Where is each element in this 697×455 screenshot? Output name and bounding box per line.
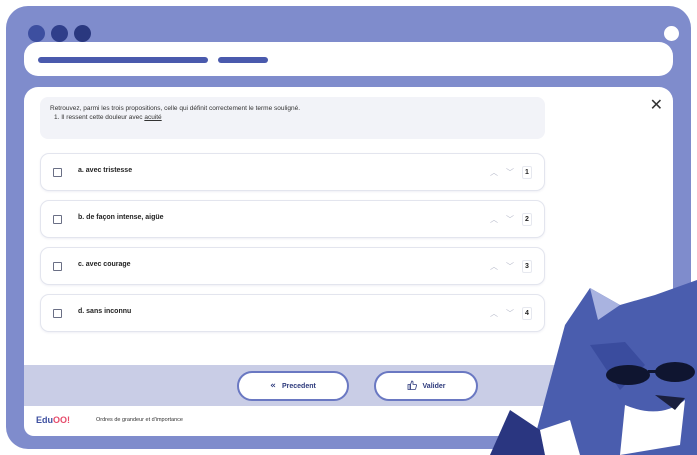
window-menu-dot[interactable] xyxy=(664,26,679,41)
fox-mascot-illustration xyxy=(490,280,697,455)
option-label: b. de façon intense, aigüe xyxy=(78,214,164,221)
chevron-down-icon[interactable]: ﹀ xyxy=(506,214,514,225)
rank-box[interactable]: 2 xyxy=(522,213,532,226)
validate-button[interactable]: Valider xyxy=(374,371,478,401)
question-instruction: Retrouvez, parmi les trois propositions,… xyxy=(50,105,301,112)
rank-box[interactable]: 1 xyxy=(522,166,532,179)
address-placeholder-segment xyxy=(38,57,208,63)
address-placeholder-segment xyxy=(218,57,268,63)
window-dot-1[interactable] xyxy=(28,25,45,42)
option-label: a. avec tristesse xyxy=(78,167,133,174)
chevron-up-icon[interactable]: ︿ xyxy=(490,167,498,178)
sentence-term: acuité xyxy=(144,114,162,121)
option-label: d. sans inconnu xyxy=(78,308,132,315)
previous-button[interactable]: « Precedent xyxy=(237,371,349,401)
validate-label: Valider xyxy=(422,382,446,390)
previous-label: Precedent xyxy=(281,382,316,390)
option-b[interactable]: b. de façon intense, aigüe ︿ ﹀ 2 xyxy=(40,200,545,238)
exercise-title: Ordres de grandeur et d'importance xyxy=(96,417,183,423)
eduoo-logo: EduOO! xyxy=(36,415,70,425)
option-checkbox[interactable] xyxy=(53,309,62,318)
address-bar[interactable] xyxy=(24,42,673,76)
chevron-down-icon[interactable]: ﹀ xyxy=(506,167,514,178)
chevron-up-icon[interactable]: ︿ xyxy=(490,214,498,225)
option-rank-controls: ︿ ﹀ 1 xyxy=(490,166,532,179)
option-label: c. avec courage xyxy=(78,261,131,268)
option-checkbox[interactable] xyxy=(53,215,62,224)
double-chevron-left-icon: « xyxy=(270,381,276,391)
window-dot-3[interactable] xyxy=(74,25,91,42)
option-a[interactable]: a. avec tristesse ︿ ﹀ 1 xyxy=(40,153,545,191)
window-controls xyxy=(28,25,91,42)
option-checkbox[interactable] xyxy=(53,262,62,271)
thumbs-up-icon xyxy=(407,380,417,393)
option-checkbox[interactable] xyxy=(53,168,62,177)
close-icon[interactable]: ✕ xyxy=(650,97,663,113)
sentence-prefix: 1. Il ressent cette douleur avec xyxy=(54,114,145,121)
question-box: Retrouvez, parmi les trois propositions,… xyxy=(40,97,545,139)
option-rank-controls: ︿ ﹀ 2 xyxy=(490,213,532,226)
window-dot-2[interactable] xyxy=(51,25,68,42)
question-sentence: 1. Il ressent cette douleur avec acuité xyxy=(50,113,535,122)
